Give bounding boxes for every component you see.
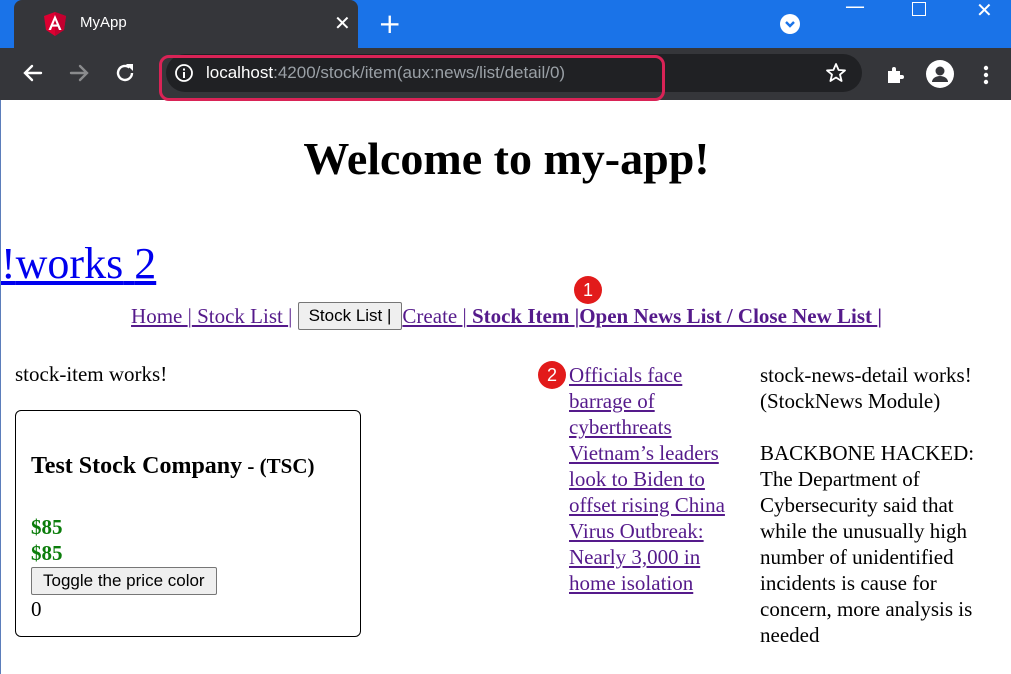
window-close-icon[interactable]: ✕: [976, 0, 993, 22]
stock-list-button[interactable]: Stock List |: [297, 302, 403, 331]
browser-titlebar: MyApp ✕ + — ✕: [0, 0, 1011, 48]
account-icon[interactable]: [926, 60, 954, 88]
stock-item-works-text: stock-item works!: [15, 362, 168, 386]
nav-separator: |: [288, 304, 293, 328]
news-list-item[interactable]: Virus Outbreak: Nearly 3,000 in home iso…: [569, 518, 749, 596]
minimize-icon[interactable]: —: [845, 0, 865, 18]
browser-tab[interactable]: MyApp ✕: [14, 0, 358, 48]
nav-create-link[interactable]: Create: [402, 304, 462, 328]
page-title: Welcome to my-app!: [303, 133, 710, 184]
toggle-price-color-button[interactable]: Toggle the price color: [31, 567, 217, 595]
annotation-badge-2: 2: [538, 361, 566, 389]
nav-open-news-link[interactable]: Open News List / Close New List: [579, 304, 877, 328]
page-content: Welcome to my-app! 2 works! Home | Stock…: [0, 100, 1011, 674]
annotation-badge-1: 1: [574, 276, 602, 304]
stock-card: Test Stock Company - (TSC) $85 $85 Toggl…: [15, 410, 361, 637]
back-icon[interactable]: [20, 60, 46, 86]
bookmark-star-icon[interactable]: [824, 61, 848, 85]
extensions-icon[interactable]: [884, 62, 908, 86]
stock-title: Test Stock Company - (TSC): [31, 453, 315, 480]
news-list: Officials face barrage of cyberthreats V…: [569, 362, 749, 596]
counter-value: 0: [31, 597, 42, 621]
stock-price: $85: [31, 541, 63, 565]
menu-icon[interactable]: [980, 63, 992, 87]
nav-bar: Home | Stock List | Stock List | Create |…: [1, 302, 1011, 331]
tab-title: MyApp: [80, 14, 127, 31]
forward-icon[interactable]: [66, 60, 92, 86]
stock-dash: -: [242, 454, 260, 478]
nav-home-link[interactable]: Home: [131, 304, 188, 328]
nav-separator: |: [877, 304, 882, 328]
tab-search-icon[interactable]: [780, 14, 800, 34]
stock-name: Test Stock Company: [31, 453, 243, 479]
tab-close-icon[interactable]: ✕: [334, 10, 351, 36]
nav-stock-item-link[interactable]: Stock Item: [467, 304, 575, 328]
stock-code: (TSC): [259, 454, 315, 478]
maximize-icon[interactable]: [912, 2, 926, 16]
nav-stock-list-link[interactable]: Stock List: [192, 304, 288, 328]
reload-icon[interactable]: [112, 60, 138, 86]
news-detail-body: BACKBONE HACKED: The Department of Cyber…: [760, 441, 975, 647]
news-list-item[interactable]: Vietnam’s leaders look to Biden to offse…: [569, 440, 749, 518]
news-detail: stock-news-detail works! (StockNews Modu…: [760, 362, 1005, 648]
news-detail-works-text: stock-news-detail works!: [760, 363, 972, 387]
new-tab-icon[interactable]: +: [378, 8, 401, 40]
news-detail-module-text: (StockNews Module): [760, 389, 941, 413]
angular-logo-icon: [44, 12, 66, 36]
works-link[interactable]: 2 works!: [1, 238, 171, 289]
stock-price: $85: [31, 515, 63, 539]
url-highlight-annotation: [159, 55, 665, 101]
news-list-item[interactable]: Officials face barrage of cyberthreats: [569, 362, 749, 440]
